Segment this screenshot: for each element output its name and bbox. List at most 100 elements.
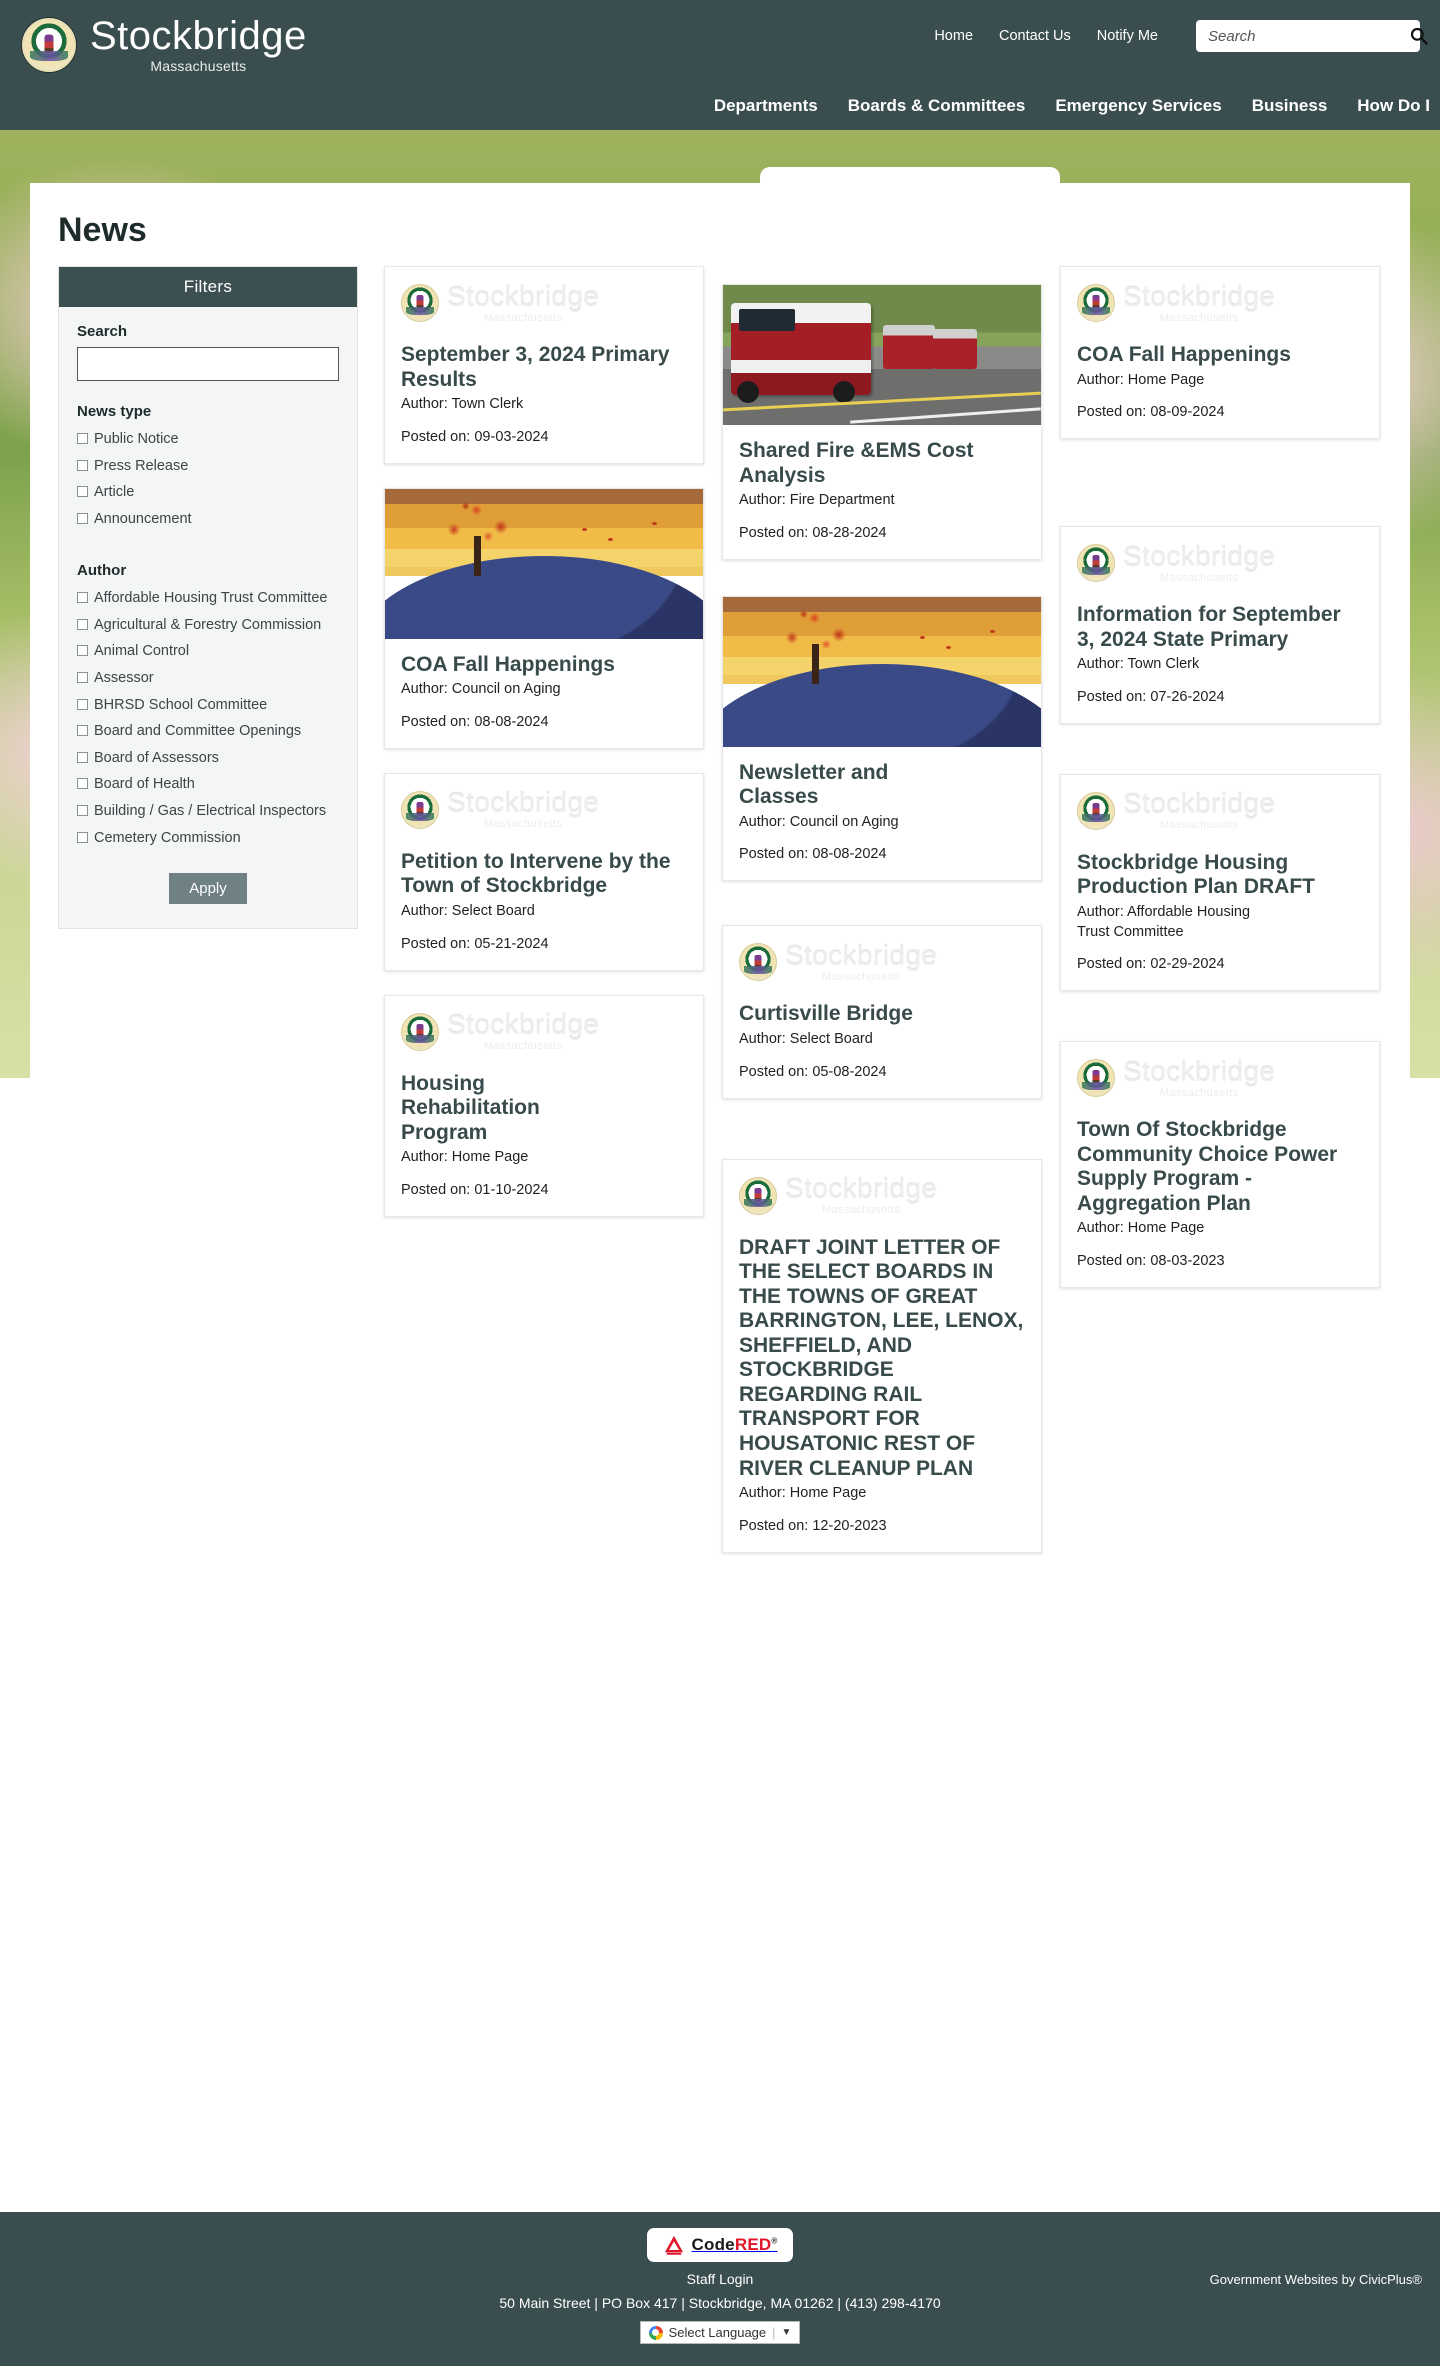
checkbox-icon[interactable] bbox=[77, 831, 88, 843]
filter-label: Building / Gas / Electrical Inspectors bbox=[94, 802, 327, 819]
checkbox-icon[interactable] bbox=[77, 804, 88, 816]
news-card[interactable]: Stockbridge Massachusetts Petition to In… bbox=[384, 772, 704, 971]
watermark-title: Stockbridge bbox=[1123, 540, 1276, 572]
civicplus-credit[interactable]: Government Websites by CivicPlus® bbox=[1210, 2272, 1422, 2287]
nav-business[interactable]: Business bbox=[1252, 96, 1328, 116]
news-card[interactable]: Stockbridge Massachusetts Curtisville Br… bbox=[722, 925, 1042, 1099]
filter-label: Board of Health bbox=[94, 776, 195, 793]
news-card[interactable]: Stockbridge Massachusetts September 3, 2… bbox=[384, 266, 704, 464]
nav-how-do-i[interactable]: How Do I bbox=[1357, 96, 1430, 116]
apply-filters-button[interactable]: Apply bbox=[169, 873, 247, 905]
checkbox-icon[interactable] bbox=[77, 698, 88, 710]
news-card[interactable]: Stockbridge Massachusetts Town Of Stockb… bbox=[1060, 1041, 1380, 1288]
watermark-subtitle: Massachusetts bbox=[821, 1204, 901, 1216]
news-title[interactable]: Housing Rehabilitation Program bbox=[401, 1072, 561, 1146]
news-title[interactable]: Information for September 3, 2024 State … bbox=[1077, 603, 1363, 652]
watermark-title: Stockbridge bbox=[447, 787, 600, 819]
filter-board-of-assessors[interactable]: Board of Assessors bbox=[77, 745, 339, 772]
news-card[interactable]: Shared Fire &EMS Cost Analysis Author: F… bbox=[722, 284, 1042, 560]
town-seal-icon bbox=[1077, 791, 1115, 830]
card-logo-header: Stockbridge Massachusetts bbox=[1061, 1042, 1379, 1104]
watermark-subtitle: Massachusetts bbox=[1159, 1086, 1239, 1099]
news-thumbnail-fire-trucks bbox=[723, 285, 1041, 425]
checkbox-icon[interactable] bbox=[77, 459, 88, 471]
nav-departments[interactable]: Departments bbox=[714, 96, 818, 116]
watermark-subtitle: Massachusetts bbox=[1159, 571, 1239, 584]
news-title[interactable]: COA Fall Happenings bbox=[401, 653, 687, 678]
news-author: Author: Home Page bbox=[1077, 1220, 1205, 1237]
filter-label: Agricultural & Forestry Commission bbox=[94, 616, 322, 633]
town-seal-icon bbox=[22, 17, 76, 72]
nav-boards-committees[interactable]: Boards & Committees bbox=[848, 96, 1026, 116]
checkbox-icon[interactable] bbox=[77, 778, 88, 790]
news-card[interactable]: Stockbridge Massachusetts COA Fall Happe… bbox=[1060, 266, 1380, 440]
top-nav-notify-me[interactable]: Notify Me bbox=[1097, 28, 1158, 44]
checkbox-icon[interactable] bbox=[77, 486, 88, 498]
checkbox-icon[interactable] bbox=[77, 672, 88, 684]
filter-agricultural-forestry-commission[interactable]: Agricultural & Forestry Commission bbox=[77, 612, 339, 639]
news-thumbnail-autumn-tree bbox=[385, 488, 703, 639]
google-translate-icon bbox=[648, 2325, 663, 2340]
language-select[interactable]: Select Language | ▼ bbox=[639, 2321, 801, 2344]
news-title[interactable]: DRAFT JOINT LETTER OF THE SELECT BOARDS … bbox=[739, 1236, 1025, 1482]
footer-address: 50 Main Street | PO Box 417 | Stockbridg… bbox=[499, 2295, 941, 2311]
filter-public-notice[interactable]: Public Notice bbox=[77, 426, 339, 453]
checkbox-icon[interactable] bbox=[77, 725, 88, 737]
search-icon[interactable] bbox=[1409, 26, 1429, 46]
filter-label: BHRSD School Committee bbox=[94, 696, 268, 713]
watermark-subtitle: Massachusetts bbox=[483, 1040, 563, 1052]
news-author: Author: Home Page bbox=[1077, 371, 1205, 388]
checkbox-icon[interactable] bbox=[77, 751, 88, 763]
news-card[interactable]: Stockbridge Massachusetts DRAFT JOINT LE… bbox=[722, 1158, 1042, 1553]
town-seal-icon bbox=[1077, 284, 1115, 322]
news-card[interactable]: Newsletter and Classes Author: Council o… bbox=[722, 595, 1042, 882]
filter-building-gas-electrical-inspectors[interactable]: Building / Gas / Electrical Inspectors bbox=[77, 798, 339, 825]
site-brand[interactable]: Stockbridge Massachusetts bbox=[22, 16, 307, 73]
news-card[interactable]: COA Fall Happenings Author: Council on A… bbox=[384, 487, 704, 749]
filter-assessor[interactable]: Assessor bbox=[77, 665, 339, 692]
filter-board-of-health[interactable]: Board of Health bbox=[77, 771, 339, 798]
news-posted-date: Posted on: 08-28-2024 bbox=[739, 524, 887, 541]
brand-subtitle: Massachusetts bbox=[150, 58, 247, 74]
news-column-2: Shared Fire &EMS Cost Analysis Author: F… bbox=[722, 284, 1042, 1553]
news-author: Author: Town Clerk bbox=[401, 396, 524, 413]
site-search[interactable] bbox=[1196, 20, 1428, 52]
chevron-down-icon[interactable]: ▼ bbox=[782, 2327, 792, 2338]
news-title[interactable]: September 3, 2024 Primary Results bbox=[401, 343, 687, 392]
sidebar-search-input[interactable] bbox=[77, 347, 339, 381]
filter-bhrsd-school-committee[interactable]: BHRSD School Committee bbox=[77, 692, 339, 719]
card-logo-header: Stockbridge Massachusetts bbox=[1061, 267, 1379, 329]
filter-label: Public Notice bbox=[94, 431, 179, 447]
checkbox-icon[interactable] bbox=[77, 592, 88, 604]
news-title[interactable]: Newsletter and Classes bbox=[739, 761, 919, 810]
news-title[interactable]: Petition to Intervene by the Town of Sto… bbox=[401, 850, 687, 899]
checkbox-icon[interactable] bbox=[77, 512, 88, 524]
checkbox-icon[interactable] bbox=[77, 618, 88, 630]
checkbox-icon[interactable] bbox=[77, 433, 88, 444]
filter-affordable-housing-trust-committee[interactable]: Affordable Housing Trust Committee bbox=[77, 585, 339, 612]
top-nav-home[interactable]: Home bbox=[934, 28, 973, 44]
checkbox-icon[interactable] bbox=[77, 645, 88, 657]
news-card[interactable]: Stockbridge Massachusetts Housing Rehabi… bbox=[384, 994, 704, 1217]
filter-cemetery-commission[interactable]: Cemetery Commission bbox=[77, 825, 339, 852]
news-posted-date: Posted on: 01-10-2024 bbox=[401, 1181, 549, 1198]
news-title[interactable]: Curtisville Bridge bbox=[739, 1002, 1025, 1027]
filter-animal-control[interactable]: Animal Control bbox=[77, 638, 339, 665]
codered-label-code: Code bbox=[691, 2235, 735, 2254]
filter-article[interactable]: Article bbox=[77, 479, 339, 506]
news-title[interactable]: Shared Fire &EMS Cost Analysis bbox=[739, 439, 1025, 488]
filter-label: Article bbox=[94, 484, 135, 501]
nav-emergency-services[interactable]: Emergency Services bbox=[1055, 96, 1221, 116]
news-card[interactable]: Stockbridge Massachusetts Information fo… bbox=[1060, 526, 1380, 724]
filter-press-release[interactable]: Press Release bbox=[77, 453, 339, 480]
codered-button[interactable]: CodeRED® bbox=[646, 2228, 794, 2262]
filter-announcement[interactable]: Announcement bbox=[77, 506, 339, 533]
search-input[interactable] bbox=[1208, 27, 1409, 45]
filter-board-and-committee-openings[interactable]: Board and Committee Openings bbox=[77, 718, 339, 745]
news-title[interactable]: COA Fall Happenings bbox=[1077, 343, 1363, 368]
news-card[interactable]: Stockbridge Massachusetts Stockbridge Ho… bbox=[1060, 773, 1380, 992]
watermark-title: Stockbridge bbox=[1123, 280, 1276, 312]
news-title[interactable]: Stockbridge Housing Production Plan DRAF… bbox=[1077, 851, 1363, 900]
top-nav-contact-us[interactable]: Contact Us bbox=[999, 28, 1071, 44]
news-title[interactable]: Town Of Stockbridge Community Choice Pow… bbox=[1077, 1118, 1363, 1216]
